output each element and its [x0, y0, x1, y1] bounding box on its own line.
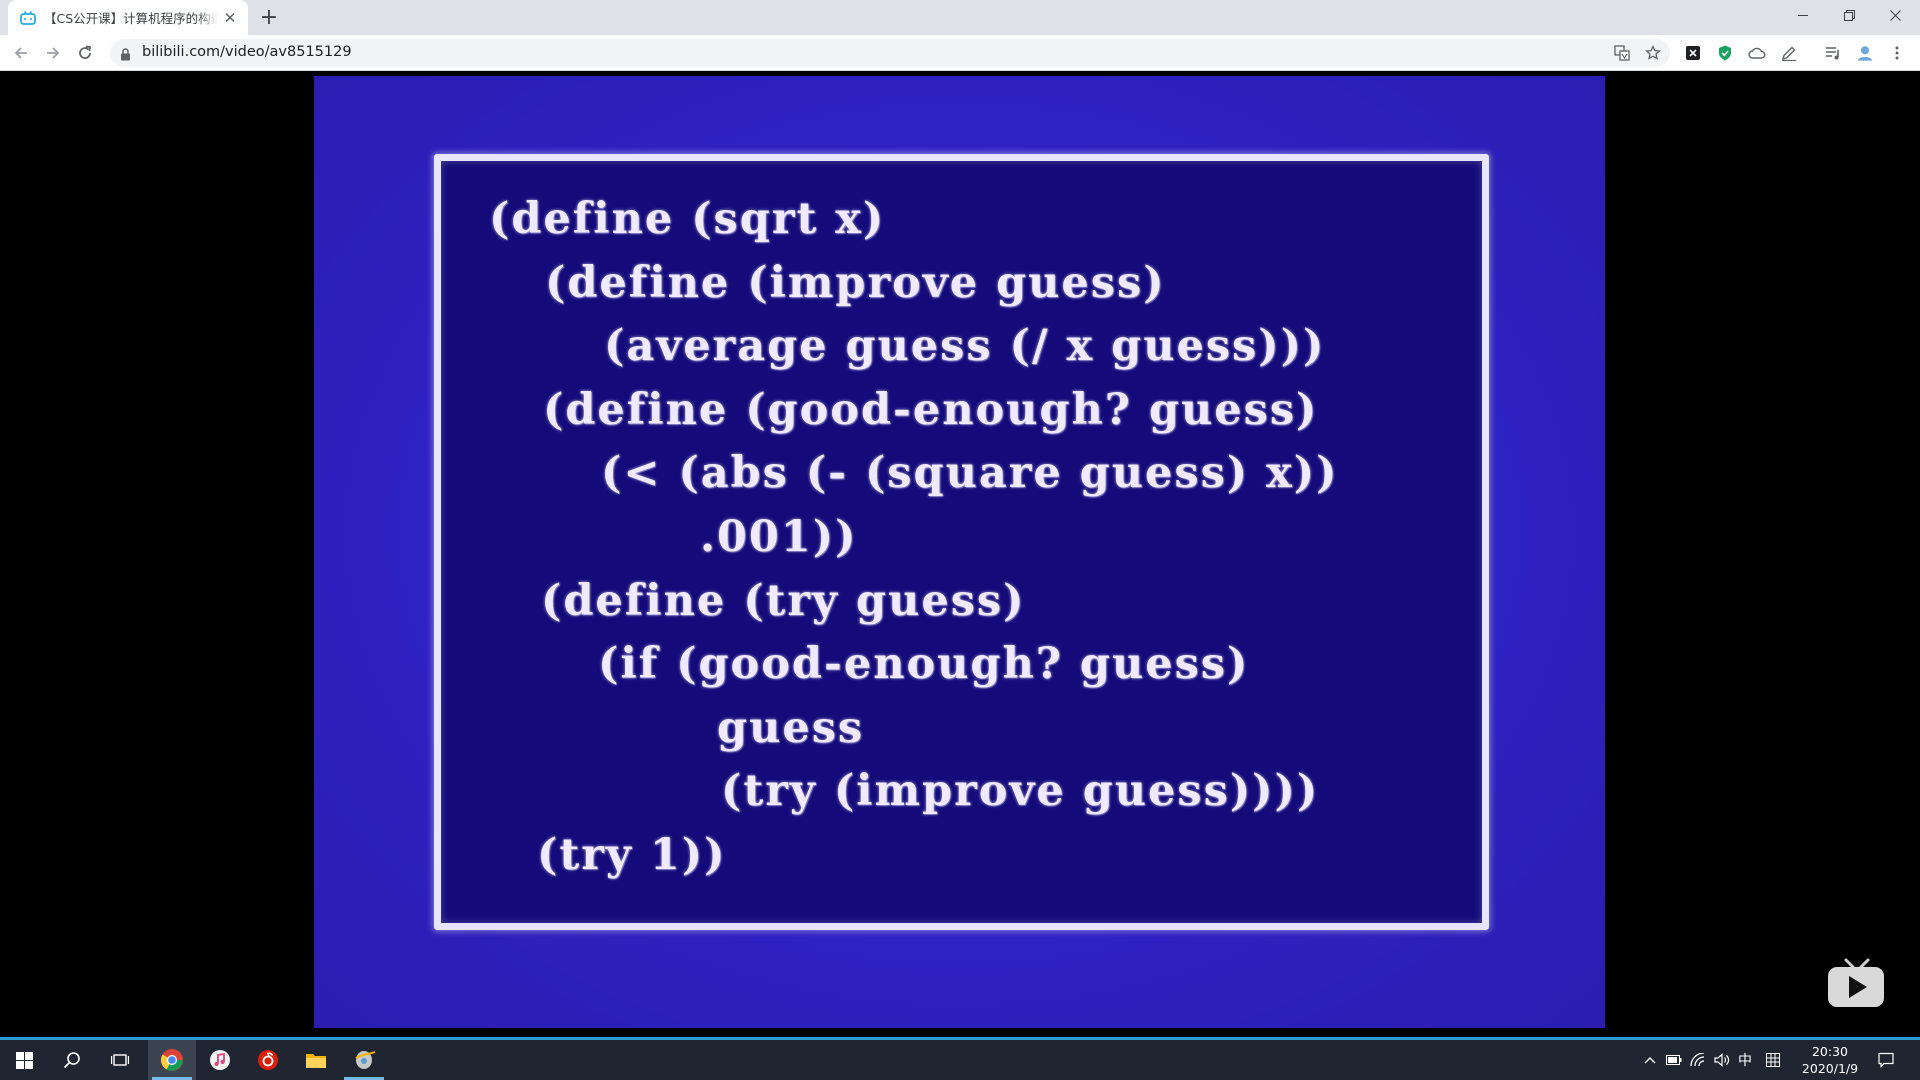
cloud-extension-icon[interactable] — [1748, 44, 1766, 62]
profile-avatar-icon[interactable] — [1856, 44, 1874, 62]
media-control-icon[interactable] — [1824, 44, 1842, 62]
code-line: (define (try guess) — [541, 576, 1026, 626]
extension-x-icon[interactable] — [1684, 44, 1702, 62]
volume-icon[interactable] — [1714, 1051, 1730, 1069]
new-tab-button[interactable]: + — [258, 7, 280, 29]
browser-toolbar: bilibili.com/video/av8515129 — [0, 35, 1920, 71]
pen-extension-icon[interactable] — [1780, 44, 1798, 62]
code-line: (if (good-enough? guess) — [598, 639, 1250, 689]
menu-kebab-icon[interactable] — [1888, 44, 1906, 62]
task-view-icon[interactable] — [96, 1040, 144, 1080]
clock-time: 20:30 — [1811, 1044, 1849, 1059]
clock-date: 2020/1/9 — [1801, 1061, 1859, 1076]
keyboard-grid-icon[interactable] — [1766, 1051, 1780, 1069]
battery-icon[interactable] — [1666, 1051, 1682, 1069]
code-line: (define (improve guess) — [545, 258, 1166, 308]
forward-arrow-icon[interactable] — [41, 41, 65, 65]
notification-center-icon[interactable] — [1878, 1051, 1894, 1069]
pinned-app-icon[interactable] — [340, 1040, 388, 1080]
tray-expand-chevron-icon[interactable] — [1644, 1051, 1656, 1069]
chrome-taskbar-icon[interactable] — [148, 1040, 196, 1080]
file-explorer-icon[interactable] — [292, 1040, 340, 1080]
restore-icon[interactable] — [1826, 0, 1872, 30]
input-method-indicator[interactable]: 中 — [1738, 1051, 1752, 1069]
wifi-icon[interactable] — [1690, 1051, 1706, 1069]
tab-strip: 【CS公开课】计算机程序的构造和解释 ✕ + — [0, 0, 1920, 35]
minimize-icon[interactable] — [1780, 0, 1826, 30]
search-icon[interactable] — [48, 1040, 96, 1080]
tab-title: 【CS公开课】计算机程序的构造和解释 — [44, 11, 218, 26]
windows-start-icon[interactable] — [0, 1040, 48, 1080]
back-arrow-icon[interactable] — [9, 41, 33, 65]
bilibili-tv-play-icon[interactable] — [1826, 958, 1886, 1014]
code-line: (try (improve guess)))) — [721, 766, 1320, 816]
video-player[interactable]: (define (sqrt x) (define (improve guess)… — [0, 71, 1920, 1037]
windows-taskbar: 中 20:30 2020/1/9 — [0, 1037, 1920, 1080]
code-line: (try 1)) — [537, 830, 727, 880]
code-line: (average guess (/ x guess))) — [604, 321, 1326, 371]
bookmark-star-icon[interactable] — [1644, 44, 1662, 62]
code-line: (define (good-enough? guess) — [543, 385, 1319, 435]
shield-extension-icon[interactable] — [1716, 44, 1734, 62]
address-bar[interactable]: bilibili.com/video/av8515129 — [110, 39, 1670, 67]
translate-icon[interactable] — [1613, 44, 1631, 62]
reload-icon[interactable] — [73, 41, 97, 65]
music-app-icon[interactable] — [196, 1040, 244, 1080]
active-tab[interactable]: 【CS公开课】计算机程序的构造和解释 ✕ — [8, 0, 248, 35]
code-line: guess — [717, 703, 865, 753]
code-line: (define (sqrt x) — [489, 194, 886, 244]
close-window-icon[interactable] — [1872, 0, 1918, 30]
code-slide: (define (sqrt x) (define (improve guess)… — [434, 154, 1489, 930]
system-clock[interactable]: 20:30 2020/1/9 — [1790, 1043, 1870, 1077]
lock-icon — [120, 46, 131, 65]
code-line: .001)) — [700, 512, 858, 562]
video-frame: (define (sqrt x) (define (improve guess)… — [314, 76, 1605, 1028]
code-line: (< (abs (- (square guess) x)) — [601, 448, 1339, 498]
netease-music-icon[interactable] — [244, 1040, 292, 1080]
url-text: bilibili.com/video/av8515129 — [142, 44, 352, 60]
bilibili-favicon-icon — [20, 10, 36, 25]
close-tab-icon[interactable]: ✕ — [222, 9, 238, 27]
